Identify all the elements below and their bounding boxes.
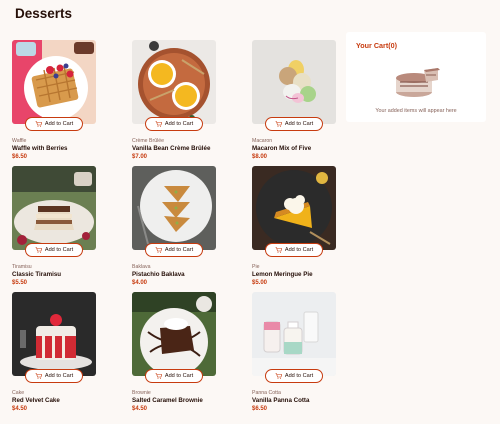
cart-panel: Your Cart(0) Your added items will appea… [346,32,486,122]
brownie-image [132,292,216,376]
cart-title: Your Cart(0) [356,41,397,50]
add-to-cart-button[interactable]: Add to Cart [25,117,83,131]
cart-plus-icon [35,373,42,379]
product-card: Add to Cart Macaron Macaron Mix of Five … [252,40,336,166]
product-price: $7.00 [132,154,148,160]
cart-plus-icon [275,373,282,379]
product-card: Add to Cart Tiramisu Classic Tiramisu $5… [12,166,96,292]
add-to-cart-button[interactable]: Add to Cart [265,117,323,131]
product-price: $4.50 [132,406,148,412]
cart-plus-icon [155,373,162,379]
add-to-cart-button[interactable]: Add to Cart [145,117,203,131]
product-price: $5.50 [12,280,28,286]
cart-plus-icon [35,247,42,253]
product-price: $4.50 [12,406,28,412]
cart-plus-icon [35,121,42,127]
add-to-cart-label: Add to Cart [284,247,314,253]
cart-plus-icon [155,247,162,253]
product-category: Brownie [132,390,151,396]
add-to-cart-button[interactable]: Add to Cart [25,243,83,257]
product-price: $6.50 [12,154,28,160]
waffle-image [12,40,96,124]
add-to-cart-label: Add to Cart [44,373,74,379]
product-card: Add to Cart Waffle Waffle with Berries $… [12,40,96,166]
add-to-cart-label: Add to Cart [284,373,314,379]
cart-plus-icon [155,121,162,127]
cart-plus-icon [275,121,282,127]
product-name: Waffle with Berries [12,145,68,152]
product-category: Crème Brûlée [132,138,165,144]
product-price: $6.50 [252,406,268,412]
add-to-cart-button[interactable]: Add to Cart [145,369,203,383]
product-name: Classic Tiramisu [12,271,62,278]
add-to-cart-button[interactable]: Add to Cart [265,369,323,383]
product-category: Baklava [132,264,151,270]
product-price: $4.00 [132,280,148,286]
product-category: Tiramisu [12,264,32,270]
add-to-cart-button[interactable]: Add to Cart [25,369,83,383]
product-name: Macaron Mix of Five [252,145,312,152]
product-name: Red Velvet Cake [12,397,60,404]
baklava-image [132,166,216,250]
product-category: Macaron [252,138,273,144]
product-category: Panna Cotta [252,390,281,396]
add-to-cart-label: Add to Cart [164,247,194,253]
product-name: Vanilla Panna Cotta [252,397,310,404]
product-price: $8.00 [252,154,268,160]
creme-brulee-image [132,40,216,124]
product-category: Pie [252,264,260,270]
cart-empty-message: Your added items will appear here [375,108,457,114]
product-card: Add to Cart Pie Lemon Meringue Pie $5.00 [252,166,336,292]
product-name: Salted Caramel Brownie [132,397,203,404]
empty-cart-cake-illustration [396,68,440,97]
add-to-cart-label: Add to Cart [44,121,74,127]
cake-image [12,292,96,376]
page-title: Desserts [15,6,73,21]
product-category: Waffle [12,138,27,144]
add-to-cart-button[interactable]: Add to Cart [265,243,323,257]
product-card: Add to Cart Cake Red Velvet Cake $4.50 [12,292,96,418]
add-to-cart-label: Add to Cart [44,247,74,253]
tiramisu-image [12,166,96,250]
product-category: Cake [12,390,25,396]
product-card: Add to Cart Brownie Salted Caramel Brown… [132,292,216,418]
panna-cotta-image [252,292,336,376]
pie-image [252,166,336,250]
macaron-image [252,40,336,124]
product-name: Pistachio Baklava [132,271,185,278]
add-to-cart-label: Add to Cart [164,373,194,379]
product-name: Lemon Meringue Pie [252,271,313,278]
product-price: $5.00 [252,280,268,286]
product-card: Add to Cart Panna Cotta Vanilla Panna Co… [252,292,336,418]
product-grid: Add to Cart Waffle Waffle with Berries $… [12,40,336,418]
add-to-cart-label: Add to Cart [284,121,314,127]
cart-plus-icon [275,247,282,253]
add-to-cart-button[interactable]: Add to Cart [145,243,203,257]
add-to-cart-label: Add to Cart [164,121,194,127]
product-card: Add to Cart Crème Brûlée Vanilla Bean Cr… [132,40,216,166]
product-card: Add to Cart Baklava Pistachio Baklava $4… [132,166,216,292]
product-name: Vanilla Bean Crème Brûlée [132,145,211,152]
